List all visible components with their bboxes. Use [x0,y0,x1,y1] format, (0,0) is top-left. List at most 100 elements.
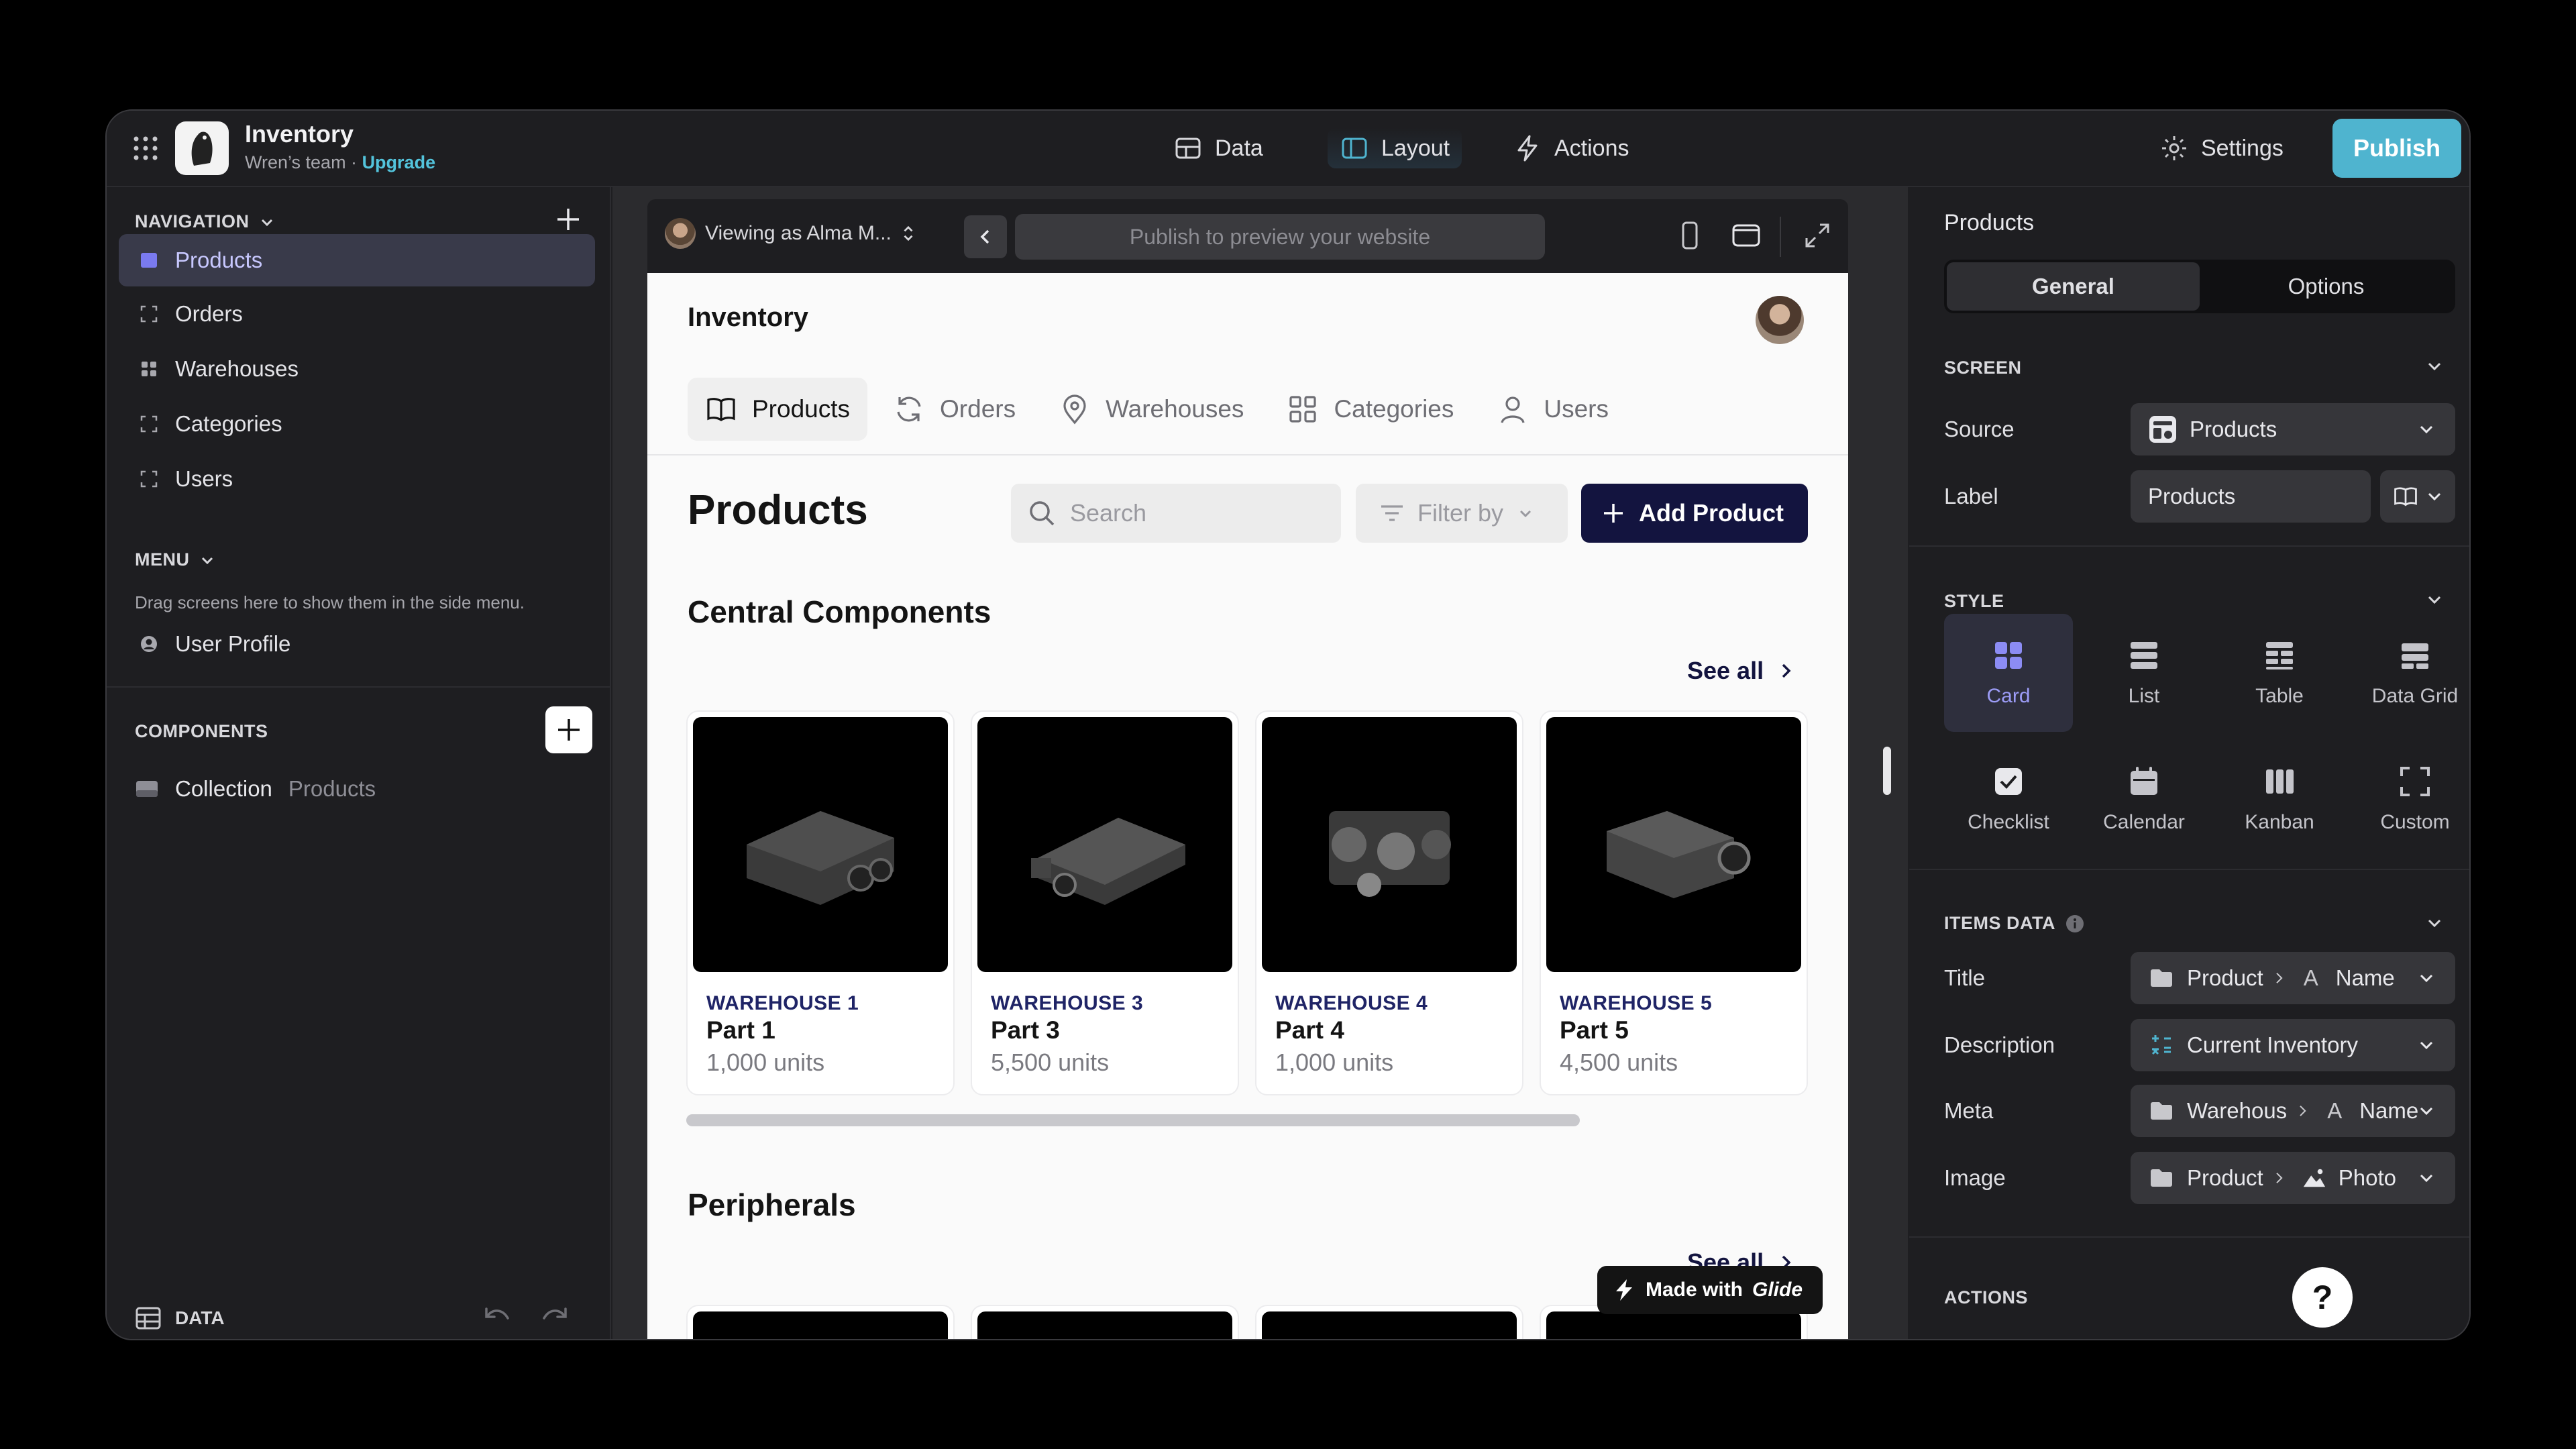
style-data-grid[interactable]: Data Grid [2351,614,2469,732]
product-image [1546,717,1801,972]
chevron-down-icon[interactable] [2423,355,2446,378]
horizontal-scrollbar[interactable] [686,1114,1580,1126]
tab-orders[interactable]: Orders [875,378,1033,441]
chevron-down-icon[interactable] [2423,912,2446,934]
tab-options[interactable]: Options [2200,262,2453,311]
user-icon [141,636,157,652]
tab-general[interactable]: General [1947,262,2200,311]
description-binding-select[interactable]: Current Inventory [2131,1019,2455,1071]
product-card[interactable] [686,1305,955,1339]
folder-icon [2151,1169,2172,1187]
team-line: Wren’s team · Upgrade [245,152,436,172]
nav-actions[interactable]: Actions [1501,128,1642,168]
product-card[interactable] [971,1305,1239,1339]
sidebar-item-products[interactable]: Products [119,234,595,286]
publish-button[interactable]: Publish [2332,119,2461,178]
nav-layout[interactable]: Layout [1328,128,1462,168]
back-button[interactable] [964,215,1007,258]
product-card[interactable]: WAREHOUSE 3 Part 3 5,500 units [971,710,1239,1095]
bolt-icon [1517,135,1538,162]
panel-divider [1909,545,2469,547]
tab-warehouses[interactable]: Warehouses [1041,378,1261,441]
image-binding-select[interactable]: Product Photo [2131,1152,2455,1204]
chevron-down-icon [2420,1041,2433,1050]
product-card[interactable]: WAREHOUSE 1 Part 1 1,000 units [686,710,955,1095]
nav-data[interactable]: Data [1161,128,1275,168]
viewing-as-selector[interactable]: Viewing as Alma M... [665,218,916,249]
tab-products[interactable]: Products [688,378,868,441]
custom-style-icon [2400,767,2430,796]
tab-categories[interactable]: Categories [1269,378,1471,441]
sidebar-item-users[interactable]: Users [119,453,595,505]
sidebar-item-orders[interactable]: Orders [119,288,595,340]
title-binding-select[interactable]: Product A Name [2131,952,2455,1004]
sidebar-item-user-profile[interactable]: User Profile [119,618,595,670]
chevron-down-icon [201,557,213,564]
resize-handle[interactable] [1880,744,1894,798]
panel-divider [1909,869,2469,870]
style-checklist[interactable]: Checklist [1944,740,2073,858]
product-card[interactable]: WAREHOUSE 5 Part 5 4,500 units [1540,710,1808,1095]
source-select[interactable]: Products [2131,403,2455,455]
navigation-header[interactable]: NAVIGATION [135,211,276,232]
user-avatar[interactable] [1756,296,1804,344]
see-all-link[interactable]: See all [1687,657,1796,685]
undo-icon[interactable] [480,1301,513,1334]
search-input[interactable]: Search [1011,484,1341,543]
chevron-down-icon [2428,492,2441,501]
chevron-right-icon [2276,1173,2283,1183]
checklist-style-icon [1995,768,2022,795]
add-component-button[interactable] [545,706,592,753]
expand-icon[interactable] [1801,219,1833,252]
style-kanban[interactable]: Kanban [2215,740,2344,858]
tab-users[interactable]: Users [1479,378,1626,441]
style-card[interactable]: Card [1944,614,2073,732]
product-card[interactable] [1255,1305,1523,1339]
app-name: Inventory [245,120,354,148]
panel-divider [1909,1236,2469,1238]
style-table[interactable]: Table [2215,614,2344,732]
component-collection[interactable]: Collection Products [135,776,376,802]
preview-url-field[interactable]: Publish to preview your website [1015,214,1545,260]
settings-button[interactable]: Settings [2159,128,2284,168]
style-calendar[interactable]: Calendar [2080,740,2208,858]
book-icon [2394,487,2417,506]
custom-layout-icon [140,305,158,323]
table-style-icon [2266,642,2293,669]
meta-binding-select[interactable]: Warehous A Name [2131,1085,2455,1137]
sidebar-item-warehouses[interactable]: Warehouses [119,343,595,395]
refresh-icon [897,396,921,422]
info-icon[interactable] [2065,914,2085,934]
menu-header[interactable]: MENU [135,549,217,570]
apps-grid-icon[interactable] [132,135,159,162]
phone-icon[interactable] [1674,219,1706,252]
actions-section-header: ACTIONS [1944,1287,2028,1307]
made-with-glide-badge[interactable]: Made with Glide [1597,1266,1823,1314]
top-bar: Inventory Wren’s team · Upgrade Data Lay… [107,111,2469,187]
page-title: Products [688,487,868,533]
product-card[interactable]: WAREHOUSE 4 Part 4 1,000 units [1255,710,1523,1095]
data-editor-button[interactable]: DATA [135,1305,225,1332]
style-list[interactable]: List [2080,614,2208,732]
upgrade-link[interactable]: Upgrade [362,152,436,172]
label-input[interactable]: Products [2131,470,2371,523]
add-screen-button[interactable] [551,202,586,237]
sidebar-item-categories[interactable]: Categories [119,398,595,450]
chevron-down-icon[interactable] [2423,588,2446,611]
chevron-right-icon [2300,1106,2306,1116]
add-product-button[interactable]: Add Product [1581,484,1808,543]
redo-icon[interactable] [539,1301,572,1334]
panel-tabs: General Options [1944,260,2455,313]
icon-picker[interactable] [2380,470,2455,523]
custom-layout-icon [140,415,158,433]
search-icon [1030,501,1055,526]
help-button[interactable]: ? [2290,1265,2355,1330]
image-label: Image [1944,1165,2006,1190]
filter-dropdown[interactable]: Filter by [1356,484,1568,543]
style-custom[interactable]: Custom [2351,740,2469,858]
layout-icon [1342,138,1367,159]
chevron-updown-icon [904,225,913,241]
tablet-icon[interactable] [1730,219,1762,252]
location-pin-icon [1063,394,1086,425]
folder-icon [2151,969,2172,987]
